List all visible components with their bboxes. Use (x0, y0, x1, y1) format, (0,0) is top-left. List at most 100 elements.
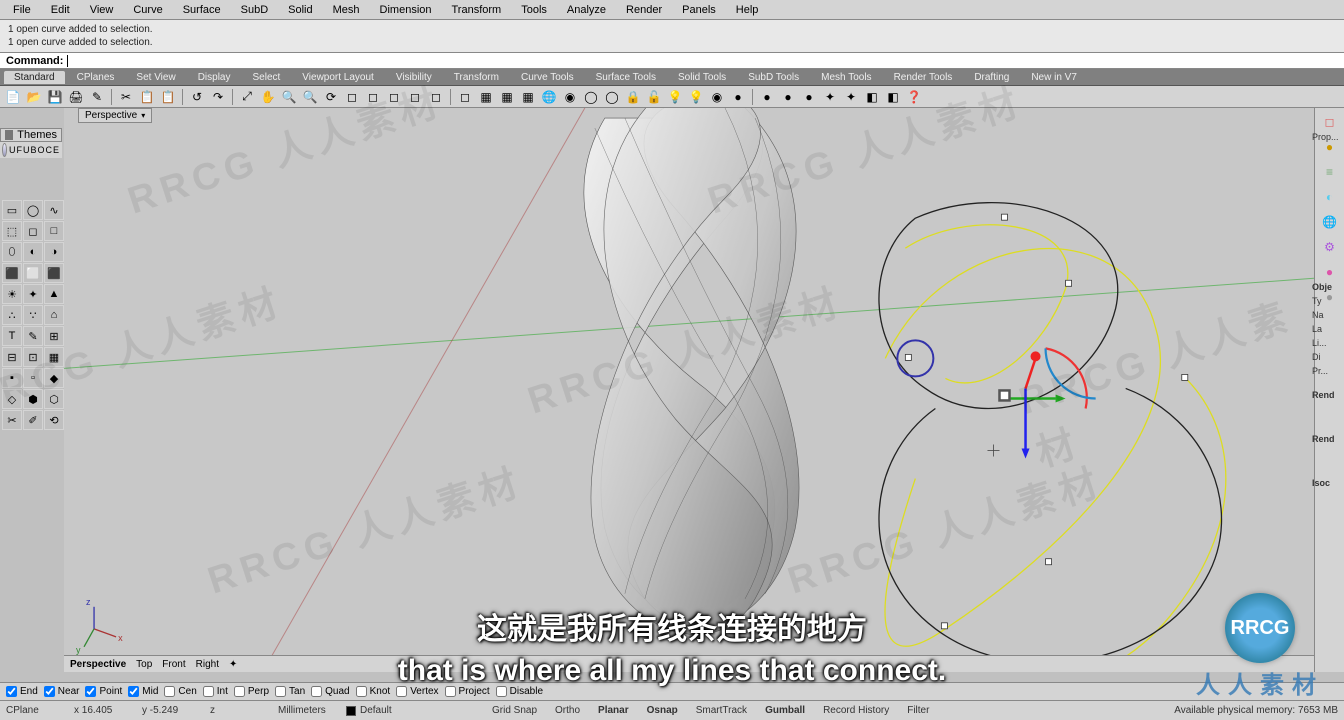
tab-surfacetools[interactable]: Surface Tools (586, 71, 666, 84)
osnap-project[interactable]: Project (445, 686, 490, 697)
toolbar-icon[interactable]: ▦ (498, 88, 516, 106)
toolbar-icon[interactable]: ◯ (582, 88, 600, 106)
toolbar-icon[interactable]: ◻ (364, 88, 382, 106)
tab-solidtools[interactable]: Solid Tools (668, 71, 736, 84)
tab-visibility[interactable]: Visibility (386, 71, 442, 84)
command-line[interactable]: Command: (0, 53, 1344, 69)
tab-standard[interactable]: Standard (4, 71, 65, 84)
toolbar-icon[interactable]: ◉ (561, 88, 579, 106)
tab-vplayout[interactable]: Viewport Layout (292, 71, 384, 84)
osnap-int[interactable]: Int (203, 686, 228, 697)
tab-transform[interactable]: Transform (444, 71, 509, 84)
toolbar-icon[interactable]: ◻ (456, 88, 474, 106)
toolbar-icon[interactable]: 📄 (4, 88, 22, 106)
menu-solid[interactable]: Solid (279, 2, 321, 18)
osnap-quad[interactable]: Quad (311, 686, 349, 697)
toolbar-icon[interactable]: 🖨 (67, 88, 85, 106)
status-gumball[interactable]: Gumball (765, 705, 805, 716)
tab-display[interactable]: Display (188, 71, 241, 84)
toolbar-icon[interactable]: ◯ (603, 88, 621, 106)
status-filter[interactable]: Filter (907, 705, 929, 716)
toolbar-icon[interactable]: ● (729, 88, 747, 106)
menu-edit[interactable]: Edit (42, 2, 79, 18)
toolbar-icon[interactable]: ⟳ (322, 88, 340, 106)
menu-mesh[interactable]: Mesh (324, 2, 369, 18)
toolbar-icon[interactable]: ● (779, 88, 797, 106)
panel-tab-icon[interactable]: ⚙ (1318, 236, 1342, 258)
menu-view[interactable]: View (81, 2, 123, 18)
toolbar-icon[interactable]: 🌐 (540, 88, 558, 106)
tab-drafting[interactable]: Drafting (964, 71, 1019, 84)
toolbar-icon[interactable]: ◻ (427, 88, 445, 106)
toolbar-icon[interactable]: ⤢ (238, 88, 256, 106)
status-planar[interactable]: Planar (598, 705, 629, 716)
vptab-front[interactable]: Front (162, 659, 185, 670)
menu-subd[interactable]: SubD (232, 2, 278, 18)
menu-render[interactable]: Render (617, 2, 671, 18)
osnap-mid[interactable]: Mid (128, 686, 158, 697)
vptab-right[interactable]: Right (196, 659, 219, 670)
tab-newv7[interactable]: New in V7 (1021, 71, 1087, 84)
toolbar-icon[interactable]: 📂 (25, 88, 43, 106)
menu-curve[interactable]: Curve (124, 2, 171, 18)
toolbar-icon[interactable]: 🔍 (280, 88, 298, 106)
toolbar-icon[interactable]: ◧ (863, 88, 881, 106)
toolbar-icon[interactable]: ◉ (708, 88, 726, 106)
osnap-cen[interactable]: Cen (164, 686, 196, 697)
toolbar-icon[interactable]: ↺ (188, 88, 206, 106)
perspective-viewport[interactable]: Perspective ▾ (64, 108, 1314, 672)
tab-setview[interactable]: Set View (126, 71, 185, 84)
toolbar-icon[interactable]: ✋ (259, 88, 277, 106)
tab-subdtools[interactable]: SubD Tools (738, 71, 809, 84)
panel-tab-icon[interactable]: 🌐 (1318, 211, 1342, 233)
status-osnap[interactable]: Osnap (647, 705, 678, 716)
viewport-title[interactable]: Perspective▾ (78, 108, 152, 123)
toolbar-icon[interactable]: 💡 (687, 88, 705, 106)
status-gridsnap[interactable]: Grid Snap (492, 705, 537, 716)
toolbar-icon[interactable]: ↷ (209, 88, 227, 106)
toolbar-icon[interactable]: ● (800, 88, 818, 106)
osnap-knot[interactable]: Knot (356, 686, 391, 697)
panel-tab-icon[interactable]: ◐ (1318, 186, 1342, 208)
status-layer[interactable]: Default (346, 705, 396, 716)
toolbar-icon[interactable]: ❓ (905, 88, 923, 106)
osnap-tan[interactable]: Tan (275, 686, 305, 697)
tab-rendertools[interactable]: Render Tools (884, 71, 963, 84)
toolbar-icon[interactable]: 🔓 (645, 88, 663, 106)
status-recordhistory[interactable]: Record History (823, 705, 889, 716)
toolbar-icon[interactable]: ▦ (519, 88, 537, 106)
menu-transform[interactable]: Transform (443, 2, 511, 18)
osnap-perp[interactable]: Perp (234, 686, 269, 697)
toolbar-icon[interactable]: ● (758, 88, 776, 106)
toolbar-icon[interactable]: ✂ (117, 88, 135, 106)
toolbar-icon[interactable]: ◧ (884, 88, 902, 106)
osnap-disable[interactable]: Disable (496, 686, 543, 697)
vptab-top[interactable]: Top (136, 659, 152, 670)
vptab-add[interactable]: ✦ (229, 659, 237, 670)
tab-select[interactable]: Select (243, 71, 291, 84)
tab-cplanes[interactable]: CPlanes (67, 71, 125, 84)
menu-surface[interactable]: Surface (174, 2, 230, 18)
toolbar-icon[interactable]: 🔒 (624, 88, 642, 106)
osnap-near[interactable]: Near (44, 686, 80, 697)
osnap-point[interactable]: Point (85, 686, 122, 697)
toolbar-icon[interactable]: 🔍 (301, 88, 319, 106)
toolbar-icon[interactable]: 💡 (666, 88, 684, 106)
tab-curvetools[interactable]: Curve Tools (511, 71, 584, 84)
status-smarttrack[interactable]: SmartTrack (696, 705, 747, 716)
menu-panels[interactable]: Panels (673, 2, 725, 18)
toolbar-icon[interactable]: ✦ (842, 88, 860, 106)
toolbar-icon[interactable]: ✦ (821, 88, 839, 106)
tab-meshtools[interactable]: Mesh Tools (811, 71, 881, 84)
toolbar-icon[interactable]: 💾 (46, 88, 64, 106)
viewport-canvas[interactable]: x y z (64, 108, 1314, 669)
status-ortho[interactable]: Ortho (555, 705, 580, 716)
menu-dimension[interactable]: Dimension (371, 2, 441, 18)
menu-tools[interactable]: Tools (512, 2, 556, 18)
menu-help[interactable]: Help (727, 2, 768, 18)
osnap-end[interactable]: End (6, 686, 38, 697)
toolbar-icon[interactable]: ▦ (477, 88, 495, 106)
vptab-perspective[interactable]: Perspective (70, 659, 126, 670)
toolbar-icon[interactable]: ◻ (406, 88, 424, 106)
chevron-down-icon[interactable]: ▾ (141, 111, 145, 120)
